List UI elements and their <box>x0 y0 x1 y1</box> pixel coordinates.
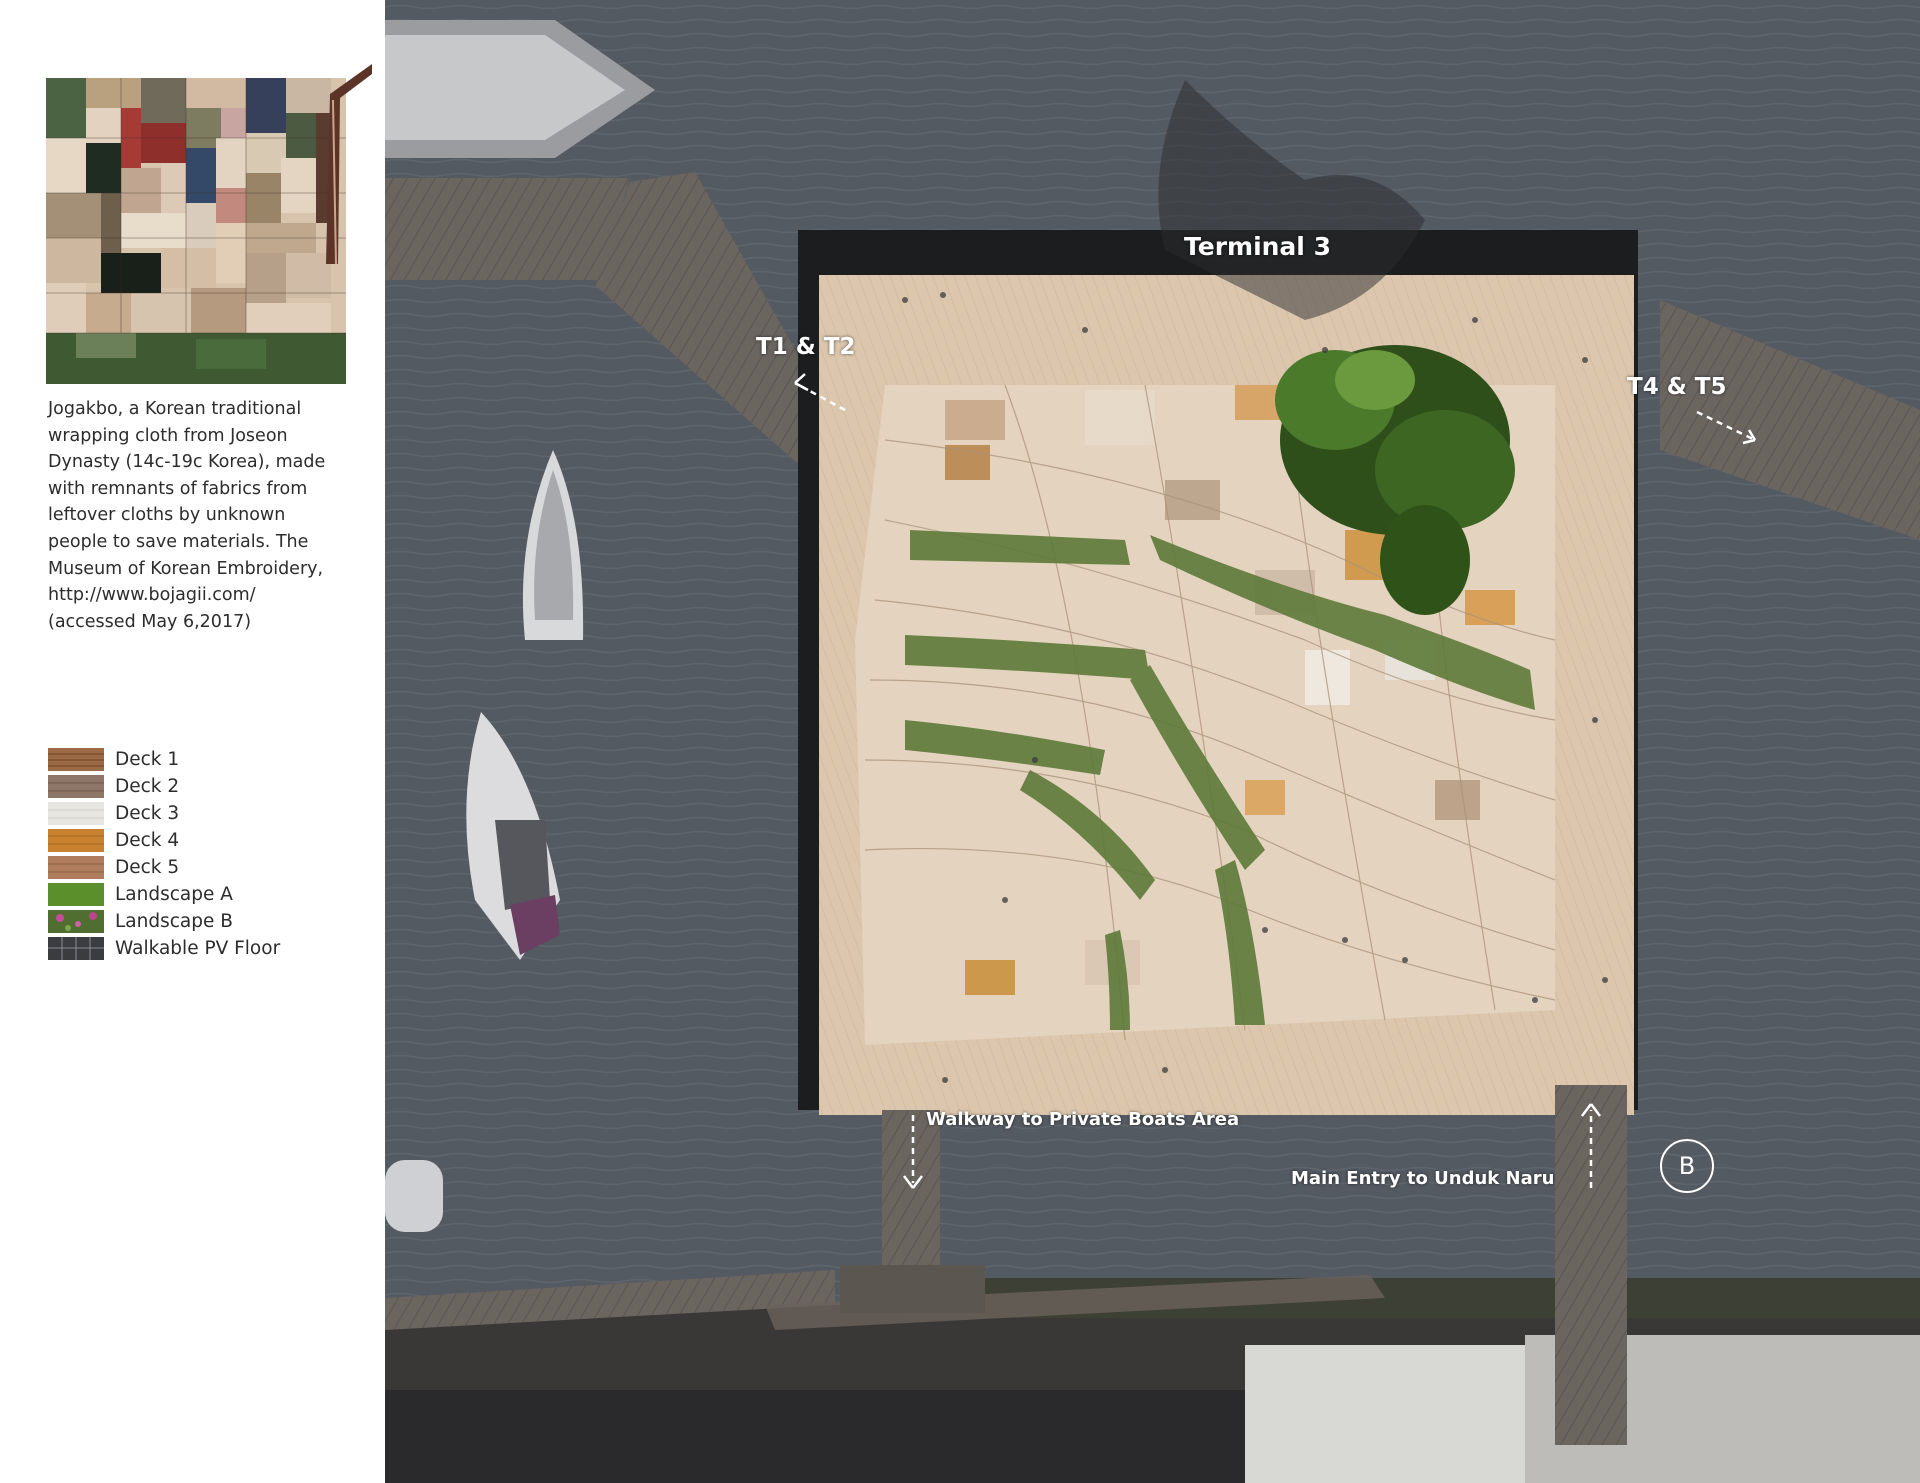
legend-label: Landscape A <box>115 884 233 905</box>
legend-label: Deck 3 <box>115 803 180 824</box>
walkable-pv-floor-swatch <box>48 937 104 960</box>
landscape-b-swatch <box>48 910 104 933</box>
legend-label: Deck 5 <box>115 857 180 878</box>
deck-5-swatch <box>48 856 104 879</box>
moored-boat <box>385 1160 443 1232</box>
landscape-a-swatch <box>48 883 104 906</box>
image-caption: Jogakbo, a Korean traditional wrapping c… <box>48 399 326 632</box>
building-roof <box>385 1390 1245 1483</box>
terminal-3-label: Terminal 3 <box>1184 232 1331 261</box>
concrete-plaza <box>1245 1345 1525 1483</box>
legend-label: Walkable PV Floor <box>115 938 281 959</box>
site-plan-drawing <box>385 0 1920 1483</box>
t4-t5-label: T4 & T5 <box>1627 374 1727 400</box>
deck-3-swatch <box>48 802 104 825</box>
deck-1-swatch <box>48 748 104 771</box>
legend-label: Landscape B <box>115 911 233 932</box>
walkway-label: Walkway to Private Boats Area <box>926 1109 1240 1130</box>
t1-t2-label: T1 & T2 <box>756 334 856 360</box>
site-plan-map: Terminal 3 T1 & T2 T4 & T5 Walkway to Pr… <box>385 0 1920 1483</box>
legend-label: Deck 4 <box>115 830 180 851</box>
jogakbo-cloth-image <box>46 64 372 384</box>
main-entry-label: Main Entry to Unduk Naru <box>1291 1168 1555 1189</box>
info-panel: Jogakbo, a Korean traditional wrapping c… <box>0 0 385 1483</box>
deck-4-swatch <box>48 829 104 852</box>
deck-2-swatch <box>48 775 104 798</box>
section-marker-b: B <box>1660 1139 1714 1193</box>
legend-label: Deck 2 <box>115 776 180 797</box>
walkway-to-t1-t2 <box>385 178 630 280</box>
legend-label: Deck 1 <box>115 749 180 770</box>
